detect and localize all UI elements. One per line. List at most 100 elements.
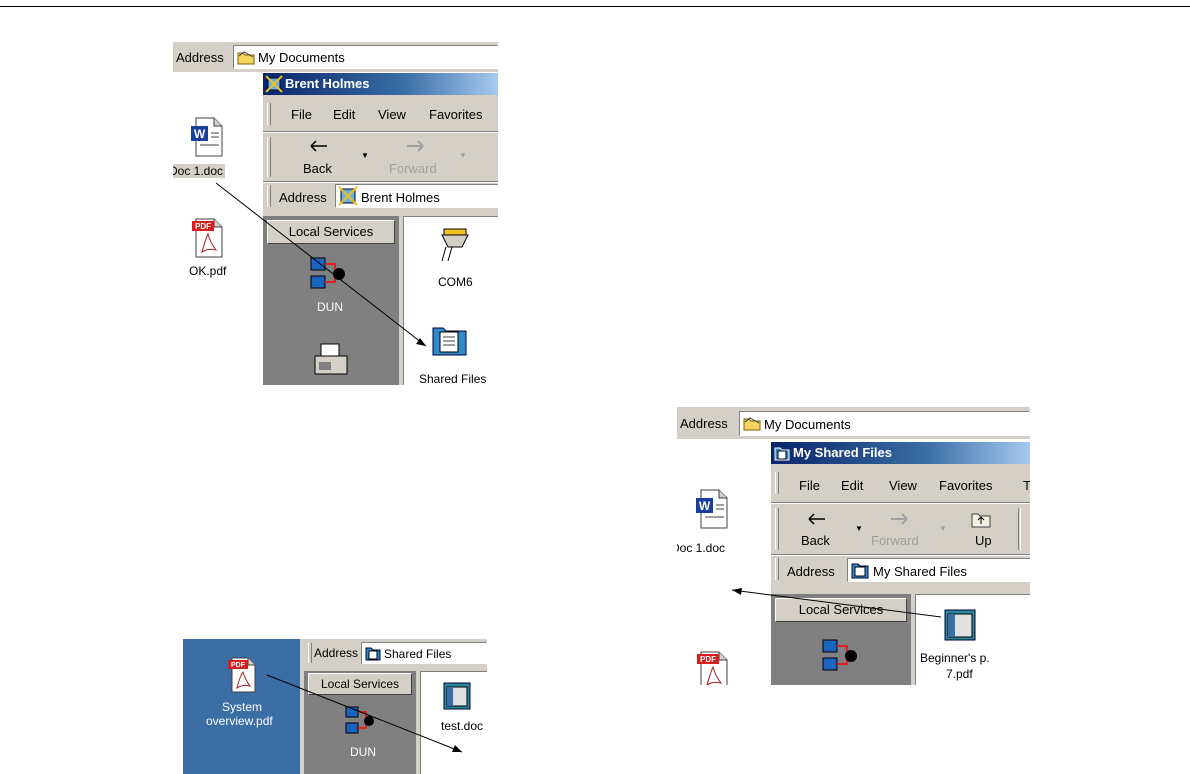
menubar-separator xyxy=(263,131,498,133)
shared-folder-icon xyxy=(851,563,869,579)
local-services-pane: Local Services DUN xyxy=(263,216,399,385)
forward-arrow-icon[interactable] xyxy=(405,139,425,153)
content-icon-label[interactable]: Shared Files xyxy=(419,372,486,385)
dun-icon[interactable] xyxy=(309,256,349,292)
address-bar-outer: Address My Documents xyxy=(173,42,498,72)
inner-address-label: Address xyxy=(787,564,835,579)
desktop-icon-label-line2[interactable]: overview.pdf xyxy=(206,714,273,728)
address-field[interactable]: Shared Files xyxy=(361,642,487,664)
desktop-icon-label[interactable]: Doc 1.doc xyxy=(677,541,725,555)
menu-edit[interactable]: Edit xyxy=(841,478,863,493)
content-icon-label-line2[interactable]: 7.pdf xyxy=(946,667,973,681)
back-arrow-icon[interactable] xyxy=(309,139,329,153)
shared-folder-icon xyxy=(365,647,381,661)
content-icon-label-line1[interactable]: Beginner's p. xyxy=(920,651,990,665)
address-value: My Documents xyxy=(258,50,345,65)
pdf-icon[interactable]: PDF xyxy=(227,657,259,693)
network-user-icon xyxy=(265,75,283,93)
svg-text:W: W xyxy=(699,499,711,513)
svg-text:PDF: PDF xyxy=(231,662,246,669)
svg-text:PDF: PDF xyxy=(195,222,211,231)
folder-icon xyxy=(237,51,255,65)
local-services-header[interactable]: Local Services xyxy=(308,673,412,695)
inner-address-field[interactable]: Brent Holmes xyxy=(335,184,498,208)
folder-icon xyxy=(743,417,761,431)
local-services-pane: Local Services xyxy=(771,594,911,685)
local-services-header[interactable]: Local Services xyxy=(775,598,907,622)
panel2-window: Address Shared Files Local Services DUN xyxy=(304,639,487,774)
up-folder-icon[interactable] xyxy=(971,510,991,528)
file-list-pane: test.doc xyxy=(420,671,487,774)
file-list-pane: COM6 Shared Files xyxy=(403,216,498,385)
menu-tools[interactable]: T xyxy=(1023,478,1030,493)
word-doc-icon[interactable]: W xyxy=(695,489,731,529)
inner-address-field[interactable]: My Shared Files xyxy=(847,558,1030,582)
menu-file[interactable]: File xyxy=(291,107,312,122)
content-icon-label[interactable]: COM6 xyxy=(438,275,473,289)
menubar-grip[interactable] xyxy=(775,472,779,494)
address-label: Address xyxy=(314,646,359,660)
sidebar-icon-label[interactable]: DUN xyxy=(317,300,343,314)
back-dropdown-icon[interactable]: ▼ xyxy=(361,151,369,160)
address-field[interactable]: My Documents xyxy=(233,45,498,69)
forward-button[interactable]: Forward xyxy=(389,161,437,176)
back-dropdown-icon[interactable]: ▼ xyxy=(855,524,863,533)
forward-arrow-icon[interactable] xyxy=(889,512,909,526)
toolbar-grip[interactable] xyxy=(267,137,271,177)
fax-icon[interactable] xyxy=(313,342,349,378)
desktop-icon-label[interactable]: OK.pdf xyxy=(189,264,226,278)
network-user-icon xyxy=(338,186,358,206)
screenshot-panel-1: Address My Documents W Doc 1.doc PDF OK.… xyxy=(173,42,498,385)
dun-icon[interactable] xyxy=(821,638,861,674)
local-services-header[interactable]: Local Services xyxy=(267,220,395,244)
dun-icon[interactable] xyxy=(344,705,378,737)
screenshot-panel-3: Address My Documents W Doc 1.doc PDF xyxy=(677,407,1030,685)
toolbar-divider xyxy=(1018,508,1021,550)
back-button[interactable]: Back xyxy=(303,161,332,176)
document-window-icon[interactable] xyxy=(443,682,471,710)
menu-file[interactable]: File xyxy=(799,478,820,493)
desktop-icon-label[interactable]: Doc 1.doc xyxy=(173,164,226,178)
address-label: Address xyxy=(680,416,728,431)
up-button[interactable]: Up xyxy=(975,533,992,548)
address-value: My Documents xyxy=(764,417,851,432)
pdf-icon[interactable]: PDF xyxy=(695,651,731,685)
forward-button[interactable]: Forward xyxy=(871,533,919,548)
explorer-window: My Shared Files File Edit View Favorites… xyxy=(770,441,1030,685)
toolbar-separator xyxy=(263,181,498,183)
window-title: Brent Holmes xyxy=(285,76,370,91)
back-arrow-icon[interactable] xyxy=(807,512,827,526)
document-window-icon[interactable] xyxy=(944,609,976,641)
shared-folder-icon xyxy=(774,447,790,461)
toolbar-separator xyxy=(771,554,1030,556)
address-label: Address xyxy=(176,50,224,65)
forward-dropdown-icon[interactable]: ▼ xyxy=(459,151,467,160)
address-field[interactable]: My Documents xyxy=(739,411,1030,436)
shared-folder-icon[interactable] xyxy=(432,323,468,357)
inner-address-label: Address xyxy=(279,190,327,205)
desktop-icon-label-line1[interactable]: System xyxy=(222,700,262,714)
address-value: Shared Files xyxy=(384,647,452,661)
serial-port-icon[interactable] xyxy=(434,227,470,267)
forward-dropdown-icon[interactable]: ▼ xyxy=(939,524,947,533)
menubar-grip[interactable] xyxy=(267,103,271,125)
svg-text:PDF: PDF xyxy=(700,655,716,664)
menu-view[interactable]: View xyxy=(378,107,406,122)
window-titlebar[interactable]: My Shared Files xyxy=(771,442,1030,464)
window-titlebar[interactable]: Brent Holmes xyxy=(263,73,498,95)
toolbar-grip[interactable] xyxy=(775,508,779,550)
content-icon-label[interactable]: test.doc xyxy=(441,719,483,733)
window-title: My Shared Files xyxy=(793,445,892,460)
word-doc-icon[interactable]: W xyxy=(190,117,226,157)
address-grip[interactable] xyxy=(308,643,312,663)
address-grip[interactable] xyxy=(775,558,779,580)
menu-favorites[interactable]: Favorites xyxy=(429,107,482,122)
menu-favorites[interactable]: Favorites xyxy=(939,478,992,493)
menu-edit[interactable]: Edit xyxy=(333,107,355,122)
local-services-pane: Local Services DUN xyxy=(304,671,416,774)
sidebar-icon-label[interactable]: DUN xyxy=(350,745,376,759)
address-grip[interactable] xyxy=(267,185,271,207)
pdf-icon[interactable]: PDF xyxy=(190,218,226,258)
back-button[interactable]: Back xyxy=(801,533,830,548)
menu-view[interactable]: View xyxy=(889,478,917,493)
